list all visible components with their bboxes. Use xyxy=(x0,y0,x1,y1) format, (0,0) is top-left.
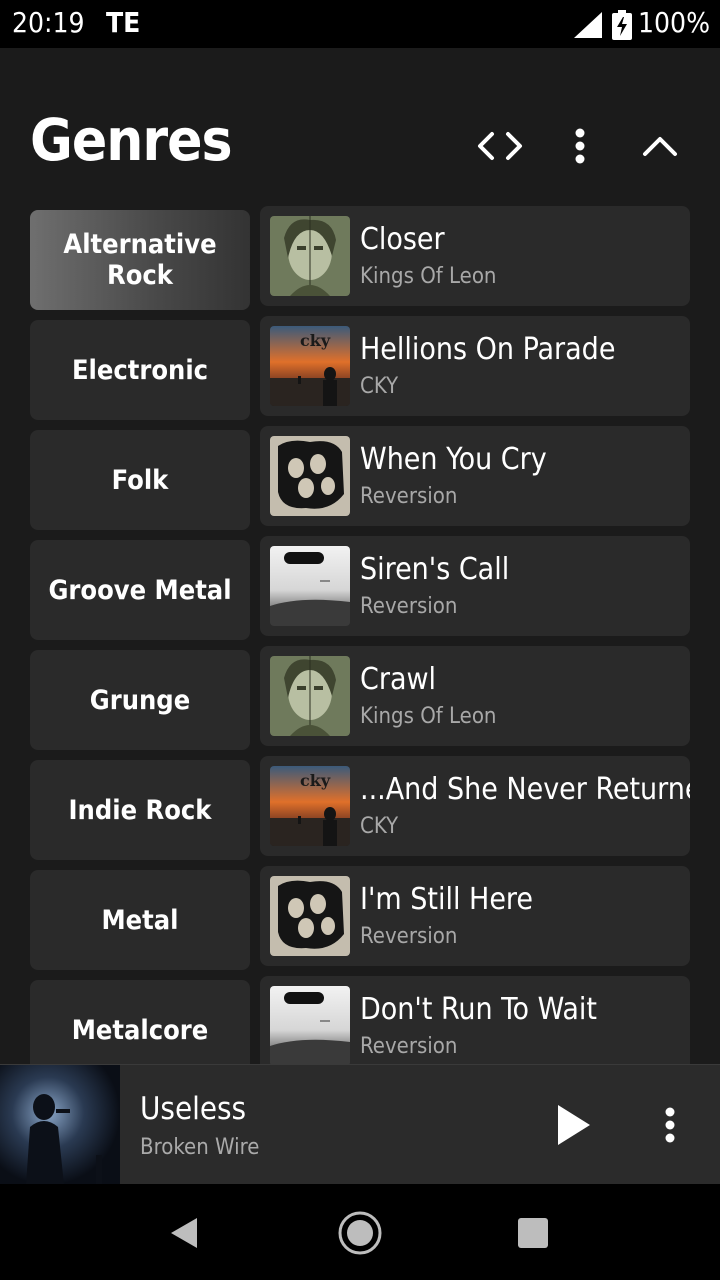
genre-item-metal[interactable]: Metal xyxy=(30,870,250,970)
genre-item-alternative-rock[interactable]: Alternative Rock xyxy=(30,210,250,310)
more-vert-icon[interactable] xyxy=(556,124,604,168)
song-artist: Reversion xyxy=(360,1034,458,1059)
genre-item-grunge[interactable]: Grunge xyxy=(30,650,250,750)
system-nav-bar xyxy=(0,1184,720,1280)
album-art xyxy=(270,986,350,1064)
song-item[interactable]: cky Hellions On Parade CKY xyxy=(260,316,690,416)
now-playing-title: Useless xyxy=(140,1091,247,1127)
status-time: 20:19 xyxy=(12,6,85,39)
song-title: I'm Still Here xyxy=(360,882,533,917)
song-title: Don't Run To Wait xyxy=(360,992,597,1027)
song-item[interactable]: Closer Kings Of Leon xyxy=(260,206,690,306)
page-title: Genres xyxy=(30,106,233,174)
signal-icon xyxy=(574,12,602,38)
more-vert-icon[interactable] xyxy=(652,1101,688,1149)
song-artist: Reversion xyxy=(360,594,458,619)
album-art: cky xyxy=(270,766,350,846)
genre-item-groove-metal[interactable]: Groove Metal xyxy=(30,540,250,640)
back-icon[interactable] xyxy=(160,1208,210,1258)
song-artist: Reversion xyxy=(360,484,458,509)
genre-item-folk[interactable]: Folk xyxy=(30,430,250,530)
song-artist: Reversion xyxy=(360,924,458,949)
song-item[interactable]: Don't Run To Wait Reversion xyxy=(260,976,690,1064)
svg-text:cky: cky xyxy=(300,331,331,350)
song-item[interactable]: Siren's Call Reversion xyxy=(260,536,690,636)
genre-list[interactable]: Alternative Rock Electronic Folk Groove … xyxy=(30,210,250,1064)
song-item[interactable]: cky ...And She Never Returned CKY xyxy=(260,756,690,856)
recents-icon[interactable] xyxy=(508,1208,558,1258)
song-title: Siren's Call xyxy=(360,552,510,587)
song-list[interactable]: Closer Kings Of Leon cky Hellions On Par… xyxy=(260,206,690,1064)
genre-item-electronic[interactable]: Electronic xyxy=(30,320,250,420)
genre-item-indie-rock[interactable]: Indie Rock xyxy=(30,760,250,860)
svg-text:cky: cky xyxy=(300,771,331,790)
album-art xyxy=(270,546,350,626)
home-icon[interactable] xyxy=(335,1208,385,1258)
chevron-up-icon[interactable] xyxy=(636,124,684,168)
song-item[interactable]: I'm Still Here Reversion xyxy=(260,866,690,966)
song-artist: Kings Of Leon xyxy=(360,264,497,289)
code-arrows-icon[interactable] xyxy=(476,124,524,168)
song-item[interactable]: Crawl Kings Of Leon xyxy=(260,646,690,746)
album-art xyxy=(270,876,350,956)
song-artist: CKY xyxy=(360,374,399,399)
mini-player[interactable]: Useless Broken Wire xyxy=(0,1064,720,1185)
album-art xyxy=(270,656,350,736)
song-title: ...And She Never Returned xyxy=(360,772,690,807)
album-art xyxy=(270,216,350,296)
song-title: When You Cry xyxy=(360,442,547,477)
battery-percent: 100% xyxy=(638,6,711,39)
genre-item-metalcore[interactable]: Metalcore xyxy=(30,980,250,1064)
song-title: Hellions On Parade xyxy=(360,332,616,367)
song-item[interactable]: When You Cry Reversion xyxy=(260,426,690,526)
song-artist: Kings Of Leon xyxy=(360,704,497,729)
battery-icon xyxy=(612,10,632,40)
album-art xyxy=(270,436,350,516)
song-artist: CKY xyxy=(360,814,399,839)
album-art: cky xyxy=(270,326,350,406)
now-playing-artist: Broken Wire xyxy=(140,1135,260,1160)
carrier-icon: TE xyxy=(106,6,141,39)
song-title: Crawl xyxy=(360,662,437,697)
song-title: Closer xyxy=(360,222,445,257)
play-icon[interactable] xyxy=(548,1101,596,1149)
status-bar: 20:19 TE 100% xyxy=(0,0,720,48)
now-playing-album-art[interactable] xyxy=(0,1065,120,1185)
